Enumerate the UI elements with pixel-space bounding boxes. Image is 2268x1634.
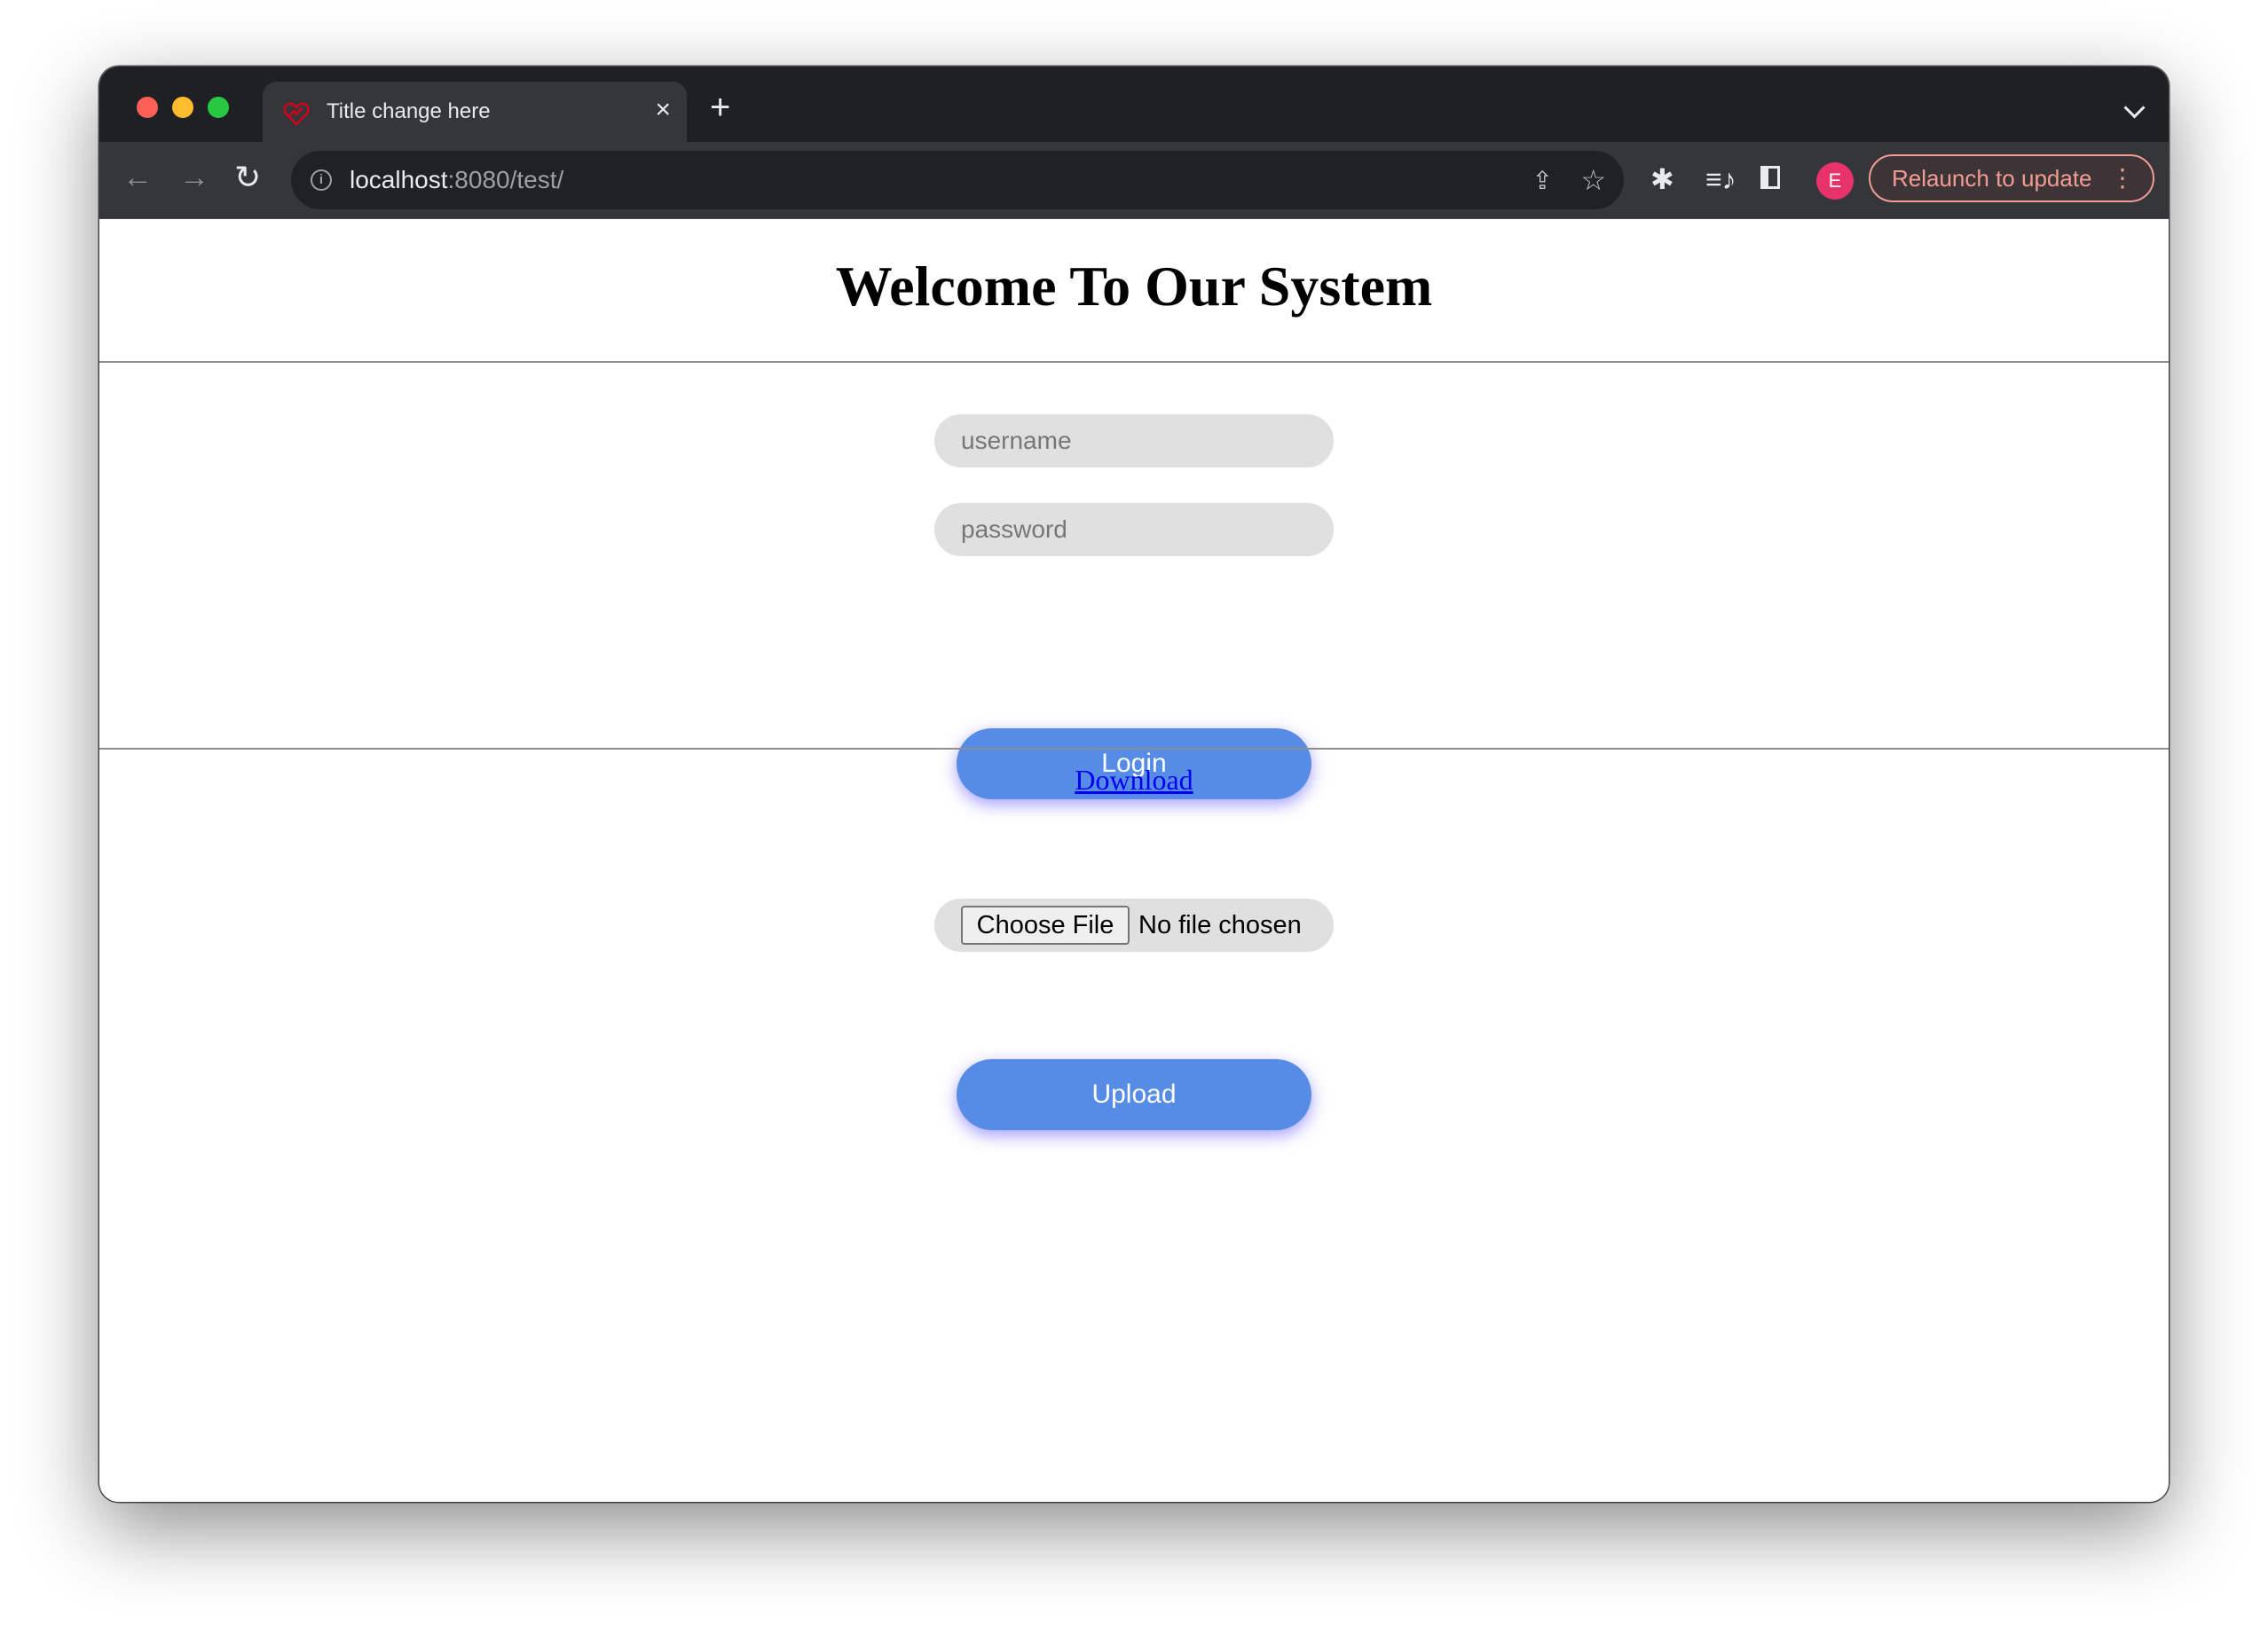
password-input[interactable] <box>934 503 1334 556</box>
url-text[interactable]: localhost:8080/test/ <box>350 165 563 195</box>
username-input[interactable] <box>934 414 1334 467</box>
url-host: localhost <box>350 166 448 193</box>
browser-toolbar: ← → ↻ i localhost:8080/test/ ⇪ ☆ ✱ ≡♪ E … <box>99 142 2169 220</box>
share-icon[interactable]: ⇪ <box>1532 166 1553 195</box>
file-input[interactable]: Choose File No file chosen <box>934 899 1334 952</box>
close-window-button[interactable] <box>137 97 158 118</box>
page-content: Welcome To Our System Login Download Cho… <box>99 219 2169 1502</box>
forward-arrow-icon[interactable]: → <box>179 160 209 195</box>
more-menu-icon[interactable]: ⋮ <box>2110 156 2135 200</box>
browser-window: Title change here × + ← → ↻ i localhost:… <box>99 67 2169 1502</box>
close-tab-icon[interactable]: × <box>655 97 671 123</box>
reload-icon[interactable]: ↻ <box>234 160 261 195</box>
browser-tab[interactable]: Title change here × <box>263 82 687 142</box>
profile-avatar[interactable]: E <box>1816 162 1854 200</box>
info-icon[interactable]: i <box>311 169 332 191</box>
url-path: :8080/test/ <box>447 166 564 193</box>
page-title: Welcome To Our System <box>835 255 1433 318</box>
minimize-window-button[interactable] <box>172 97 193 118</box>
tab-title: Title change here <box>327 99 491 123</box>
relaunch-label: Relaunch to update <box>1892 165 2092 192</box>
upload-button[interactable]: Upload <box>957 1059 1311 1130</box>
download-link[interactable]: Download <box>1075 764 1193 796</box>
side-panel-icon[interactable] <box>1760 166 1780 189</box>
maximize-window-button[interactable] <box>208 97 229 118</box>
new-tab-icon[interactable]: + <box>710 90 730 125</box>
extensions-puzzle-icon[interactable]: ✱ <box>1650 161 1674 197</box>
divider <box>99 748 2169 750</box>
file-status-text: No file chosen <box>1138 911 1302 939</box>
bookmark-star-icon[interactable]: ☆ <box>1580 163 1606 197</box>
download-row: Download <box>99 762 2169 797</box>
relaunch-to-update-button[interactable]: Relaunch to update ⋮ <box>1869 154 2154 202</box>
title-bar: Title change here × + <box>99 67 2169 142</box>
divider <box>99 361 2169 363</box>
media-control-icon[interactable]: ≡♪ <box>1705 161 1736 197</box>
choose-file-button[interactable]: Choose File <box>961 906 1130 945</box>
heart-pulse-icon <box>283 102 310 126</box>
chevron-down-icon[interactable] <box>2123 97 2146 119</box>
address-bar[interactable]: i localhost:8080/test/ ⇪ ☆ <box>291 151 1624 209</box>
back-arrow-icon[interactable]: ← <box>122 160 153 195</box>
